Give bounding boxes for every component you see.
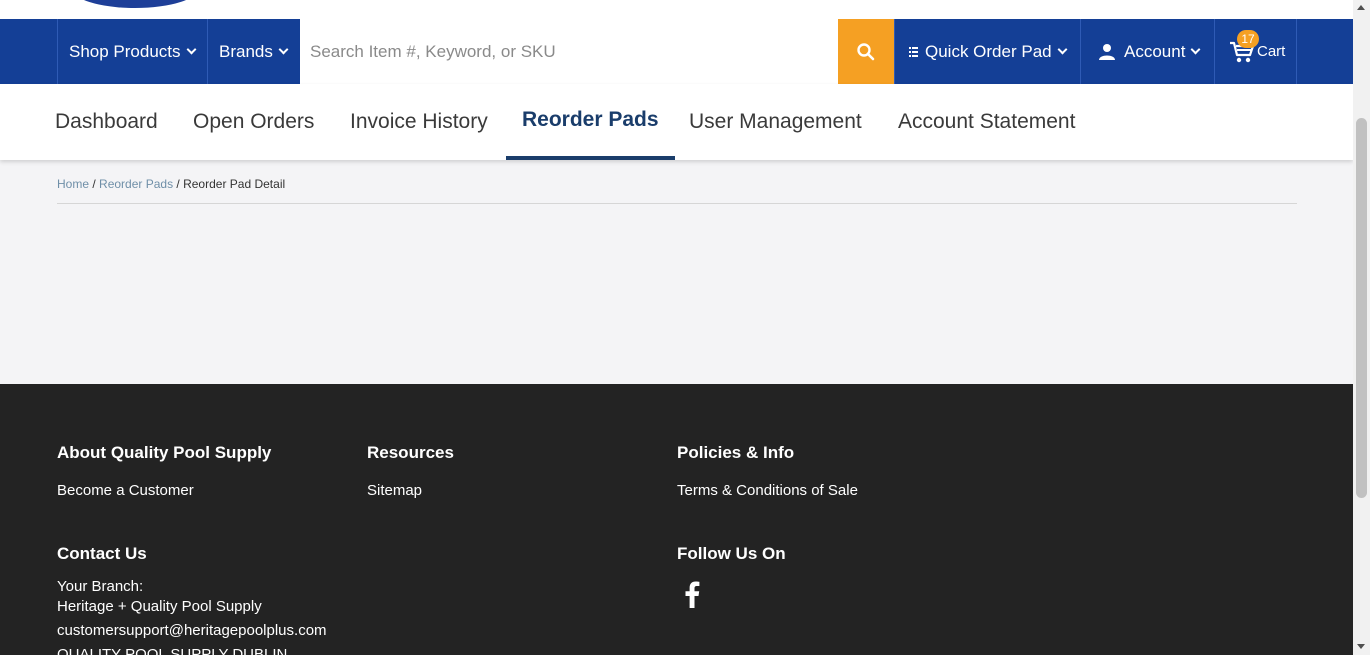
breadcrumb-reorder-pads[interactable]: Reorder Pads: [99, 177, 173, 191]
account-menu[interactable]: Account: [1080, 19, 1214, 84]
facebook-icon[interactable]: [684, 581, 700, 608]
logo-strip: [0, 0, 1353, 19]
chevron-down-icon: [1190, 44, 1201, 55]
tab-account-statement[interactable]: Account Statement: [882, 84, 1091, 160]
tab-user-management[interactable]: User Management: [673, 84, 878, 160]
footer-branch-name: Heritage + Quality Pool Supply: [57, 598, 262, 615]
scroll-up-arrow[interactable]: [1357, 5, 1365, 10]
search-icon: [857, 42, 875, 60]
list-icon: [909, 46, 918, 57]
chevron-down-icon: [278, 44, 289, 55]
tab-reorder-pads[interactable]: Reorder Pads: [506, 84, 675, 160]
footer-terms-link[interactable]: Terms & Conditions of Sale: [677, 482, 858, 499]
breadcrumb: Home / Reorder Pads / Reorder Pad Detail: [57, 177, 285, 191]
account-subnav: Dashboard Open Orders Invoice History Re…: [0, 84, 1353, 160]
footer-contact-heading: Contact Us: [57, 544, 147, 563]
account-label: Account: [1124, 41, 1186, 61]
shop-products-label: Shop Products: [69, 41, 181, 61]
main-nav: Shop Products Brands Quick Order Pad Acc…: [0, 19, 1353, 84]
breadcrumb-current: Reorder Pad Detail: [183, 177, 286, 191]
quick-order-pad-menu[interactable]: Quick Order Pad: [894, 19, 1080, 84]
chevron-down-icon: [1057, 44, 1068, 55]
cart-count-badge: 17: [1237, 29, 1259, 48]
footer-branch-code: QUALITY POOL SUPPLY DUBLIN: [57, 646, 288, 655]
tab-open-orders[interactable]: Open Orders: [177, 84, 330, 160]
footer: About Quality Pool Supply Become a Custo…: [0, 384, 1353, 655]
footer-branch-label: Your Branch:: [57, 578, 144, 595]
search-button[interactable]: [838, 19, 894, 84]
footer-resources-heading: Resources: [367, 443, 454, 462]
breadcrumb-divider: [57, 203, 1297, 204]
tab-invoice-history[interactable]: Invoice History: [334, 84, 504, 160]
footer-about-heading: About Quality Pool Supply: [57, 443, 272, 462]
breadcrumb-separator: /: [173, 177, 184, 191]
user-icon: [1099, 43, 1115, 60]
breadcrumb-home[interactable]: Home: [57, 177, 89, 191]
footer-follow-heading: Follow Us On: [677, 544, 786, 563]
cart-button[interactable]: 17 Cart: [1214, 19, 1297, 84]
site-logo[interactable]: [70, 0, 200, 8]
cart-label: Cart: [1257, 43, 1286, 60]
page-scrollbar[interactable]: [1353, 0, 1370, 655]
footer-sitemap-link[interactable]: Sitemap: [367, 482, 422, 499]
search-box: [300, 19, 838, 84]
cart-icon-wrap: 17: [1229, 29, 1259, 64]
quick-order-pad-label: Quick Order Pad: [925, 41, 1052, 61]
footer-email-link[interactable]: customersupport@heritagepoolplus.com: [57, 622, 327, 639]
footer-become-customer-link[interactable]: Become a Customer: [57, 482, 194, 499]
brands-menu[interactable]: Brands: [207, 19, 300, 84]
scrollbar-thumb[interactable]: [1356, 118, 1367, 498]
chevron-down-icon: [186, 44, 196, 55]
scroll-down-arrow[interactable]: [1357, 644, 1365, 649]
tab-dashboard[interactable]: Dashboard: [39, 84, 174, 160]
brands-label: Brands: [219, 41, 273, 61]
breadcrumb-separator: /: [89, 177, 100, 191]
shop-products-menu[interactable]: Shop Products: [57, 19, 207, 84]
footer-policies-heading: Policies & Info: [677, 443, 795, 462]
search-input[interactable]: [310, 41, 810, 62]
